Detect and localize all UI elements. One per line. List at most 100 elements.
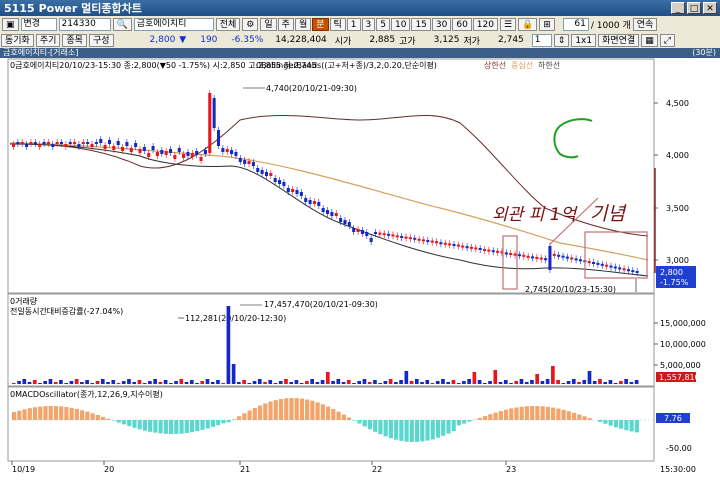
candle: [155, 152, 159, 156]
count-input[interactable]: 61: [562, 17, 589, 31]
macd-bar: [205, 420, 210, 429]
period-tab-1[interactable]: 주: [277, 17, 294, 31]
macd-bar: [498, 411, 503, 420]
candle: [443, 242, 447, 245]
period-tab-9[interactable]: 15: [411, 17, 431, 31]
candle: [138, 149, 142, 153]
stock-name-field[interactable]: 금호에이치티: [133, 17, 214, 31]
link-button[interactable]: 화면연결: [598, 33, 640, 47]
candle: [557, 254, 561, 257]
item-button[interactable]: 종목: [62, 33, 87, 47]
minimize-button[interactable]: _: [671, 2, 685, 14]
spin-input[interactable]: 1: [531, 33, 552, 47]
candle: [413, 237, 417, 240]
period-tab-12[interactable]: 120: [472, 17, 498, 31]
grid-icon[interactable]: ▦: [641, 33, 658, 47]
candle: [456, 244, 460, 247]
candle: [42, 142, 46, 144]
macd-bar: [341, 414, 346, 420]
volume-bar: [435, 381, 440, 384]
volume-bar: [242, 380, 246, 384]
period-tab-6[interactable]: 3: [361, 17, 376, 31]
legend-lower: 하한선: [538, 60, 560, 70]
macd-bar: [608, 420, 613, 426]
candle: [391, 234, 395, 237]
volume-bar: [462, 381, 466, 384]
candle: [544, 258, 548, 261]
all-button[interactable]: 전체: [215, 17, 241, 31]
list-icon[interactable]: ☰: [499, 17, 517, 31]
folder-icon[interactable]: ▣: [2, 17, 19, 31]
macd-bar: [619, 420, 624, 429]
search-icon[interactable]: 🔍: [112, 17, 132, 31]
legend-upper: 상한선: [484, 60, 506, 70]
candle: [552, 253, 556, 256]
macd-bar: [148, 420, 153, 432]
stock-code-input[interactable]: 214330: [58, 17, 111, 31]
type-select[interactable]: 변경: [20, 17, 57, 31]
macd-bar: [582, 416, 587, 420]
macd-bar: [624, 420, 629, 431]
period-tab-3[interactable]: 분: [312, 17, 329, 31]
volume-bar: [394, 382, 398, 384]
period-tab-10[interactable]: 30: [431, 17, 452, 31]
candle: [216, 130, 221, 146]
candle: [626, 269, 630, 272]
candle: [25, 144, 29, 147]
fullscreen-icon[interactable]: ⤢: [659, 33, 675, 47]
volume-bar: [195, 383, 199, 384]
volume-bar: [85, 380, 89, 384]
period-tab-4[interactable]: 틱: [329, 17, 346, 31]
period-tab-5[interactable]: 1: [346, 17, 361, 31]
candle: [400, 236, 404, 238]
continuous-button[interactable]: 연속: [632, 17, 658, 31]
volume-bar: [430, 383, 435, 384]
period-button[interactable]: 주기: [35, 33, 61, 47]
macd-bar: [53, 406, 59, 420]
chart-svg[interactable]: 4,500 4,000 3,500 3,000 15,000,000 10,000,000…: [0, 48, 720, 502]
macd-bar: [441, 420, 446, 436]
volume-bar: [163, 380, 168, 384]
window-title: Power 멀티종합차트: [38, 2, 142, 15]
candle: [421, 239, 425, 242]
macd-bar: [169, 420, 174, 434]
period-tab-7[interactable]: 5: [376, 17, 390, 31]
macd-bar: [566, 411, 571, 420]
candle: [461, 245, 465, 248]
macd-bar: [189, 420, 195, 433]
period-tab-8[interactable]: 10: [390, 17, 411, 31]
candle: [278, 180, 282, 184]
candle: [264, 172, 268, 176]
layout-button[interactable]: 구성: [88, 33, 114, 47]
macd-bar: [352, 420, 357, 421]
count-total: / 1000 개: [590, 20, 631, 31]
change-arrow: ▼: [179, 35, 187, 45]
spin-arrows-icon[interactable]: ⇕: [553, 33, 570, 47]
candle: [177, 148, 181, 152]
sync-button[interactable]: 동기화: [1, 33, 34, 47]
volume-bar: [592, 381, 597, 384]
lock-icon[interactable]: 🔒: [518, 17, 538, 31]
toolbar-main: ▣ 변경 214330 🔍 금호에이치티 전체 ⚙ 일 주 월 분 틱 1 3 5 10 15 30…: [0, 16, 720, 33]
maximize-button[interactable]: □: [687, 2, 701, 14]
candle: [592, 262, 596, 264]
candle: [107, 140, 111, 144]
volume-bar: [268, 380, 273, 384]
ruler-icon[interactable]: ⊞: [539, 17, 555, 31]
period-tab-2[interactable]: 월: [294, 17, 312, 31]
candle: [347, 222, 351, 226]
macd-bar: [336, 411, 341, 420]
settings-icon[interactable]: ⚙: [242, 17, 259, 31]
macd-bar: [237, 416, 242, 420]
macd-bar: [540, 406, 545, 420]
chart-area[interactable]: 금호에이치티-[거래소] (30분) 4,500 4,000 3,500 3,000 15…: [0, 48, 720, 502]
candle: [77, 144, 81, 147]
period-tab-0[interactable]: 일: [260, 17, 277, 31]
close-button[interactable]: ✕: [703, 2, 717, 14]
candle: [29, 142, 33, 144]
period-tab-11[interactable]: 60: [452, 17, 472, 31]
volume-bar: [299, 383, 304, 384]
macd-bar: [435, 420, 441, 438]
volume-bar: [634, 380, 639, 384]
ratio-button[interactable]: 1x1: [571, 33, 597, 47]
